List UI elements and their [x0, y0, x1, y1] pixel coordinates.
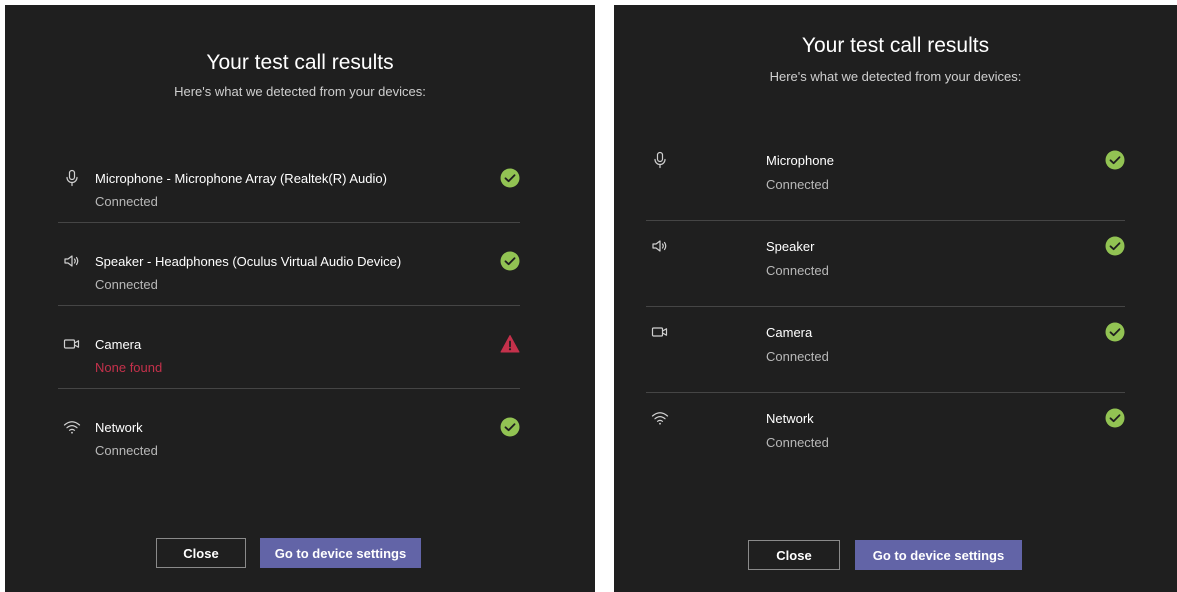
microphone-icon — [651, 151, 669, 169]
device-row-microphone: Microphone Connected — [646, 135, 1125, 221]
close-button[interactable]: Close — [748, 540, 840, 570]
device-row-microphone: Microphone - Microphone Array (Realtek(R… — [58, 140, 520, 223]
device-name: Microphone - Microphone Array (Realtek(R… — [95, 171, 387, 186]
device-status: None found — [95, 360, 163, 375]
warning-icon — [500, 334, 520, 354]
camera-icon — [651, 323, 669, 341]
wifi-icon — [651, 409, 669, 427]
device-row-speaker: Speaker - Headphones (Oculus Virtual Aud… — [58, 223, 520, 306]
check-circle-icon — [1105, 236, 1125, 256]
device-status: Connected — [766, 177, 829, 192]
device-status: Connected — [766, 435, 829, 450]
check-circle-icon — [1105, 322, 1125, 342]
speaker-icon — [651, 237, 669, 255]
device-status: Connected — [95, 277, 158, 292]
check-circle-icon — [500, 168, 520, 188]
device-status: Connected — [95, 194, 158, 209]
device-status: Connected — [766, 349, 829, 364]
wifi-icon — [63, 418, 81, 436]
camera-icon — [63, 335, 81, 353]
device-status: Connected — [766, 263, 829, 278]
device-name: Speaker - Headphones (Oculus Virtual Aud… — [95, 254, 402, 269]
close-button[interactable]: Close — [156, 538, 246, 568]
speaker-icon — [63, 252, 81, 270]
device-row-speaker: Speaker Connected — [646, 221, 1125, 307]
dialog-subtitle: Here's what we detected from your device… — [769, 69, 1022, 84]
device-name: Microphone — [766, 153, 834, 168]
microphone-icon — [63, 169, 81, 187]
check-circle-icon — [500, 251, 520, 271]
device-name: Network — [95, 420, 143, 435]
device-row-camera: Camera None found — [58, 306, 520, 389]
dialog-title: Your test call results — [801, 34, 990, 57]
dialog-title: Your test call results — [206, 51, 394, 74]
device-name: Camera — [95, 337, 142, 352]
test-call-results-dialog-right: Your test call results Here's what we de… — [614, 5, 1177, 592]
device-name: Speaker — [766, 239, 815, 254]
check-circle-icon — [1105, 150, 1125, 170]
device-name: Camera — [766, 325, 813, 340]
device-name: Network — [766, 411, 814, 426]
device-row-camera: Camera Connected — [646, 307, 1125, 393]
device-row-network: Network Connected — [646, 393, 1125, 479]
test-call-results-dialog-left: Your test call results Here's what we de… — [5, 5, 595, 592]
check-circle-icon — [500, 417, 520, 437]
go-to-device-settings-button[interactable]: Go to device settings — [260, 538, 421, 568]
go-to-device-settings-button[interactable]: Go to device settings — [855, 540, 1022, 570]
device-row-network: Network Connected — [58, 389, 520, 472]
dialog-subtitle: Here's what we detected from your device… — [174, 84, 426, 99]
check-circle-icon — [1105, 408, 1125, 428]
device-status: Connected — [95, 443, 158, 458]
